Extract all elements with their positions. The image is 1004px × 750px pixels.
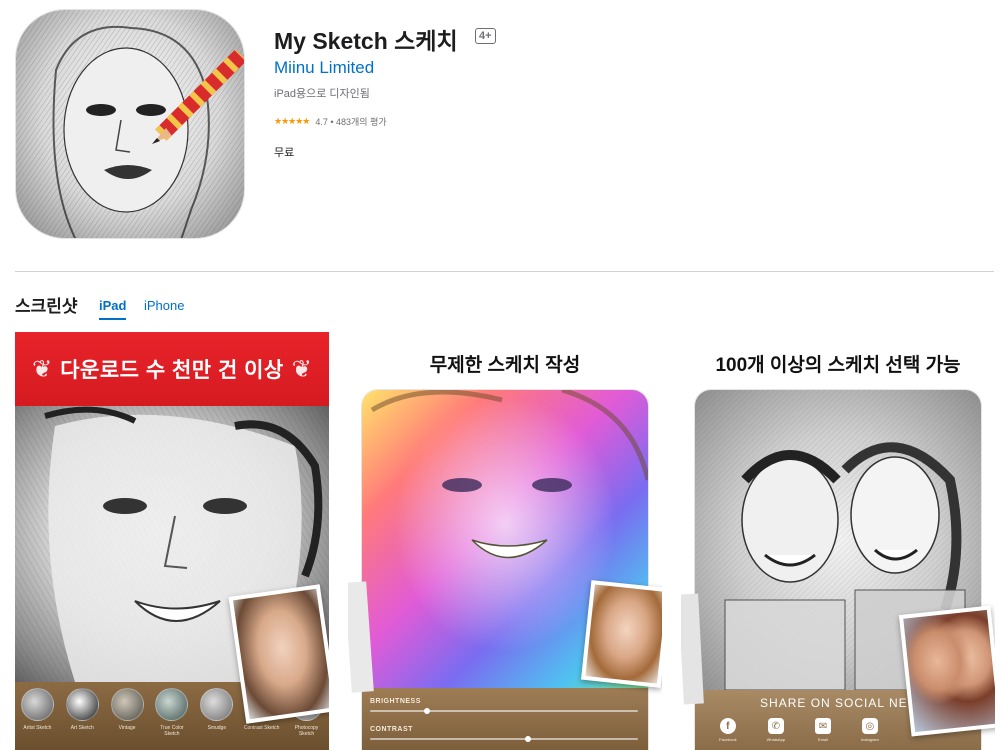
share-whatsapp[interactable]: ✆ WhatsApp [767,718,785,742]
share-instagram[interactable]: ◎ Instagram [861,718,879,742]
brightness-label: BRIGHTNESS [370,698,421,705]
original-photo-image [903,609,995,733]
facebook-icon: f [719,718,736,734]
brightness-slider-knob[interactable] [423,708,430,714]
share-email[interactable]: ✉ Email [815,718,832,742]
price-label: 무료 [274,147,295,159]
filter-label: Artist Sketch [23,725,52,731]
original-photo-image [585,584,662,684]
filter-thumb-icon [200,688,234,721]
device-frame: BRIGHTNESS CONTRAST [362,390,648,750]
laurel-right-icon: ❦ [291,355,312,383]
filter-label: Contrast Sketch [243,725,280,731]
age-rating-badge: 4+ [475,28,496,44]
adjustment-panel: BRIGHTNESS CONTRAST [362,688,648,750]
star-rating-icon: ★★★★★ [274,116,310,126]
download-banner: ❦ 다운로드 수 천만 건 이상 ❦ [15,332,329,406]
filter-label: Art Sketch [70,725,94,731]
contrast-slider[interactable] [370,736,638,742]
app-title: My Sketch 스케치 [274,22,458,56]
filter-thumb-icon [110,688,144,721]
screenshot-1[interactable]: ❦ 다운로드 수 천만 건 이상 ❦ Artist Sketch Art Ske… [15,332,329,750]
screenshot-caption: 100개 이상의 스케치 선택 가능 [715,355,961,376]
sketch-portrait-icon [16,10,244,238]
tab-iphone[interactable]: iPhone [144,298,184,313]
share-icons: f Facebook ✆ WhatsApp ✉ Email ◎ Instagra… [719,718,879,742]
original-photo-card [898,605,995,737]
filter-label: Vintage [118,725,136,731]
filter-label: Photocopy Sketch [294,725,319,737]
banner-text: 다운로드 수 천만 건 이상 [60,359,284,382]
email-icon: ✉ [815,718,832,734]
share-label: Instagram [861,737,879,742]
filter-thumb-icon [65,688,99,721]
share-label: Facebook [719,737,737,742]
section-divider [15,271,994,272]
contrast-label: CONTRAST [370,726,413,733]
screenshot-caption: 무제한 스케치 작성 [429,355,581,376]
whatsapp-icon: ✆ [767,718,784,734]
screenshots-heading: 스크린샷 [15,297,78,316]
filter-art-sketch[interactable]: Art Sketch [62,688,102,731]
app-title-text: My Sketch 스케치 [274,28,458,54]
filter-smudge[interactable]: Smudge [197,688,237,731]
filter-label: True Color Sketch [160,725,184,737]
instagram-icon: ◎ [861,718,878,734]
app-icon [15,9,245,239]
filter-thumb-icon [20,688,54,721]
original-photo-card [580,580,662,688]
filter-vintage[interactable]: Vintage [107,688,147,731]
filter-artist-sketch[interactable]: Artist Sketch [17,688,57,731]
laurel-left-icon: ❦ [32,355,53,383]
filter-true-color-sketch[interactable]: True Color Sketch [152,688,192,737]
share-label: Email [818,737,829,742]
screenshot-2[interactable]: 무제한 스케치 작성 BRIGHTNESS CONTRAST [348,332,662,750]
designed-for-label: iPad용으로 디자인됨 [274,88,370,100]
developer-link[interactable]: Miinu Limited [274,58,374,78]
contrast-slider-knob[interactable] [525,736,532,742]
tab-ipad[interactable]: iPad [99,298,127,320]
filter-thumb-icon [155,688,189,721]
filter-label: Smudge [207,725,227,731]
brightness-slider[interactable] [370,708,638,714]
screenshot-3[interactable]: 100개 이상의 스케치 선택 가능 SHARE ON SOCIAL NET f… [681,332,995,750]
rating-text: 4.7 • 483개의 평가 [315,117,387,127]
share-label: WhatsApp [766,737,786,742]
original-photo-image [233,588,329,720]
original-photo-card [228,584,329,724]
share-facebook[interactable]: f Facebook [719,718,737,742]
rating-row: ★★★★★ 4.7 • 483개의 평가 [274,115,387,128]
